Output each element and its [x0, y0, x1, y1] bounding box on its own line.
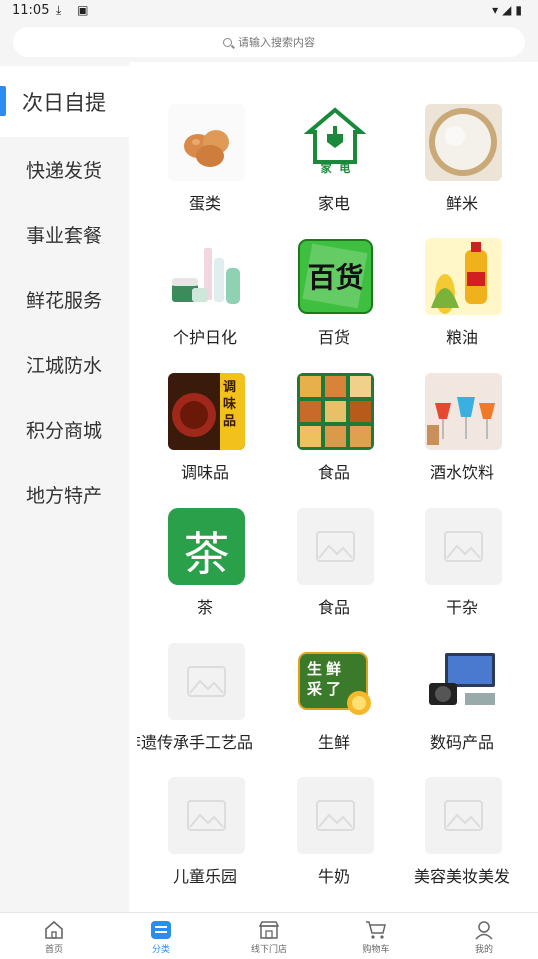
category-label: 家电 — [317, 194, 350, 213]
category-kids[interactable]: 儿童乐园 — [137, 777, 273, 911]
digital-products-image — [425, 643, 502, 720]
category-label: 鲜米 — [445, 194, 478, 213]
category-food[interactable]: 食品 — [266, 373, 402, 507]
category-milk[interactable]: 牛奶 — [266, 777, 402, 911]
search-placeholder: 请输入搜索内容 — [238, 36, 315, 49]
category-label: 干杂 — [445, 598, 478, 617]
category-rice[interactable]: 鲜米 — [394, 104, 530, 238]
category-label: 美容美妆美发 — [413, 867, 510, 886]
cosmetics-image — [168, 238, 245, 315]
search-input[interactable]: 请输入搜索内容 — [13, 27, 525, 57]
department-store-logo: 百货 — [297, 238, 374, 315]
fresh-logo-text: 生鲜采了 — [307, 660, 346, 698]
sidebar-item-next-day-pickup[interactable]: 次日自提 — [0, 66, 129, 137]
store-logo-text: 百货 — [307, 261, 364, 294]
cart-icon — [366, 921, 386, 939]
category-sidebar: 次日自提 快递发货 事业套餐 鲜花服务 江城防水 积分商城 地方特产 — [0, 62, 129, 912]
sidebar-item-label: 次日自提 — [22, 90, 106, 115]
tea-logo-text: 茶 — [183, 527, 230, 581]
category-digital[interactable]: 数码产品 — [394, 643, 530, 777]
placeholder-image — [425, 777, 502, 854]
category-seasoning[interactable]: 调味品 调味品 — [137, 373, 273, 507]
tab-category[interactable]: 分类 — [107, 913, 215, 959]
placeholder-image — [425, 508, 502, 585]
category-eggs[interactable]: 蛋类 — [137, 104, 273, 238]
category-label: 蛋类 — [188, 194, 221, 213]
category-label: 茶 — [196, 598, 213, 617]
sidebar-item-flower-service[interactable]: 鲜花服务 — [0, 267, 129, 332]
sidebar-item-label: 事业套餐 — [26, 225, 103, 247]
seasoning-logo-text: 调味品 — [223, 380, 237, 429]
category-label: 酒水饮料 — [429, 463, 494, 482]
tab-label: 分类 — [151, 945, 170, 955]
category-label: 非遗传承手工艺品 — [137, 733, 254, 752]
rice-image — [425, 104, 502, 181]
category-grain-oil[interactable]: 粮油 — [394, 238, 530, 372]
search-icon — [223, 37, 232, 47]
category-label: 粮油 — [445, 328, 478, 347]
placeholder-image — [297, 777, 374, 854]
sidebar-item-points-mall[interactable]: 积分商城 — [0, 397, 129, 462]
tab-label: 线下门店 — [250, 945, 287, 955]
placeholder-image — [168, 777, 245, 854]
placeholder-image — [297, 508, 374, 585]
category-label: 生鲜 — [317, 733, 350, 752]
tab-label: 首页 — [44, 945, 63, 955]
signal-battery-icons: ▾◢▮ — [492, 3, 526, 17]
category-department-store[interactable]: 百货 百货 — [266, 238, 402, 372]
category-icon — [151, 921, 171, 939]
category-label: 儿童乐园 — [172, 867, 237, 886]
tab-label: 购物车 — [362, 945, 390, 955]
food-grid-image — [297, 373, 374, 450]
status-bar: 11:05 ⤓ ▣ ▾◢▮ — [0, 0, 538, 22]
tea-logo: 茶 — [168, 508, 245, 585]
category-beauty[interactable]: 美容美妆美发 — [394, 777, 530, 911]
home-icon — [45, 920, 63, 939]
clock: 11:05 — [12, 3, 50, 18]
appliance-logo-text: 家 电 — [320, 162, 351, 175]
cooking-oil-image — [425, 238, 502, 315]
fresh-produce-logo: 生鲜采了 — [297, 643, 374, 720]
category-drinks[interactable]: 酒水饮料 — [394, 373, 530, 507]
placeholder-image — [168, 643, 245, 720]
category-label: 食品 — [317, 598, 350, 617]
sidebar-item-waterproof[interactable]: 江城防水 — [0, 332, 129, 397]
category-label: 数码产品 — [429, 733, 494, 752]
tab-label: 我的 — [474, 945, 493, 955]
search-bar-area: 请输入搜索内容 — [0, 22, 538, 62]
sidebar-item-express[interactable]: 快递发货 — [0, 137, 129, 202]
category-label: 调味品 — [180, 463, 229, 482]
category-personal-care[interactable]: 个护日化 — [137, 238, 273, 372]
tab-offline-store[interactable]: 线下门店 — [215, 913, 323, 959]
sidebar-item-label: 江城防水 — [26, 355, 103, 377]
category-grid: 蛋类 家 电 家电 鲜米 个护日化 百货 百货 粮油 调味品 调味品 食品 酒水… — [129, 62, 538, 912]
category-label: 百货 — [317, 328, 350, 347]
category-handicraft[interactable]: 非遗传承手工艺品 — [137, 643, 273, 777]
category-label: 个护日化 — [172, 328, 237, 347]
category-food-2[interactable]: 食品 — [266, 508, 402, 642]
store-icon — [258, 921, 280, 939]
category-appliance[interactable]: 家 电 家电 — [266, 104, 402, 238]
download-icon: ⤓ ▣ — [56, 3, 95, 17]
sidebar-item-label: 鲜花服务 — [26, 290, 103, 312]
sidebar-item-local-specialty[interactable]: 地方特产 — [0, 462, 129, 527]
tab-home[interactable]: 首页 — [0, 913, 108, 959]
category-tea[interactable]: 茶 茶 — [137, 508, 273, 642]
category-label: 食品 — [317, 463, 350, 482]
profile-icon — [475, 921, 493, 940]
tab-profile[interactable]: 我的 — [430, 913, 538, 959]
category-dried-goods[interactable]: 干杂 — [394, 508, 530, 642]
tab-cart[interactable]: 购物车 — [322, 913, 430, 959]
bottom-tab-bar: 首页 分类 线下门店 购物车 我的 — [0, 912, 538, 958]
drinks-image — [425, 373, 502, 450]
sidebar-item-business-package[interactable]: 事业套餐 — [0, 202, 129, 267]
seasoning-image: 调味品 — [168, 373, 245, 450]
category-fresh[interactable]: 生鲜采了 生鲜 — [266, 643, 402, 777]
sidebar-item-label: 地方特产 — [26, 485, 103, 507]
home-appliance-logo: 家 电 — [297, 104, 374, 181]
eggs-image — [168, 104, 245, 181]
sidebar-item-label: 快递发货 — [26, 160, 103, 182]
category-label: 牛奶 — [317, 867, 350, 886]
sidebar-item-label: 积分商城 — [26, 420, 103, 442]
